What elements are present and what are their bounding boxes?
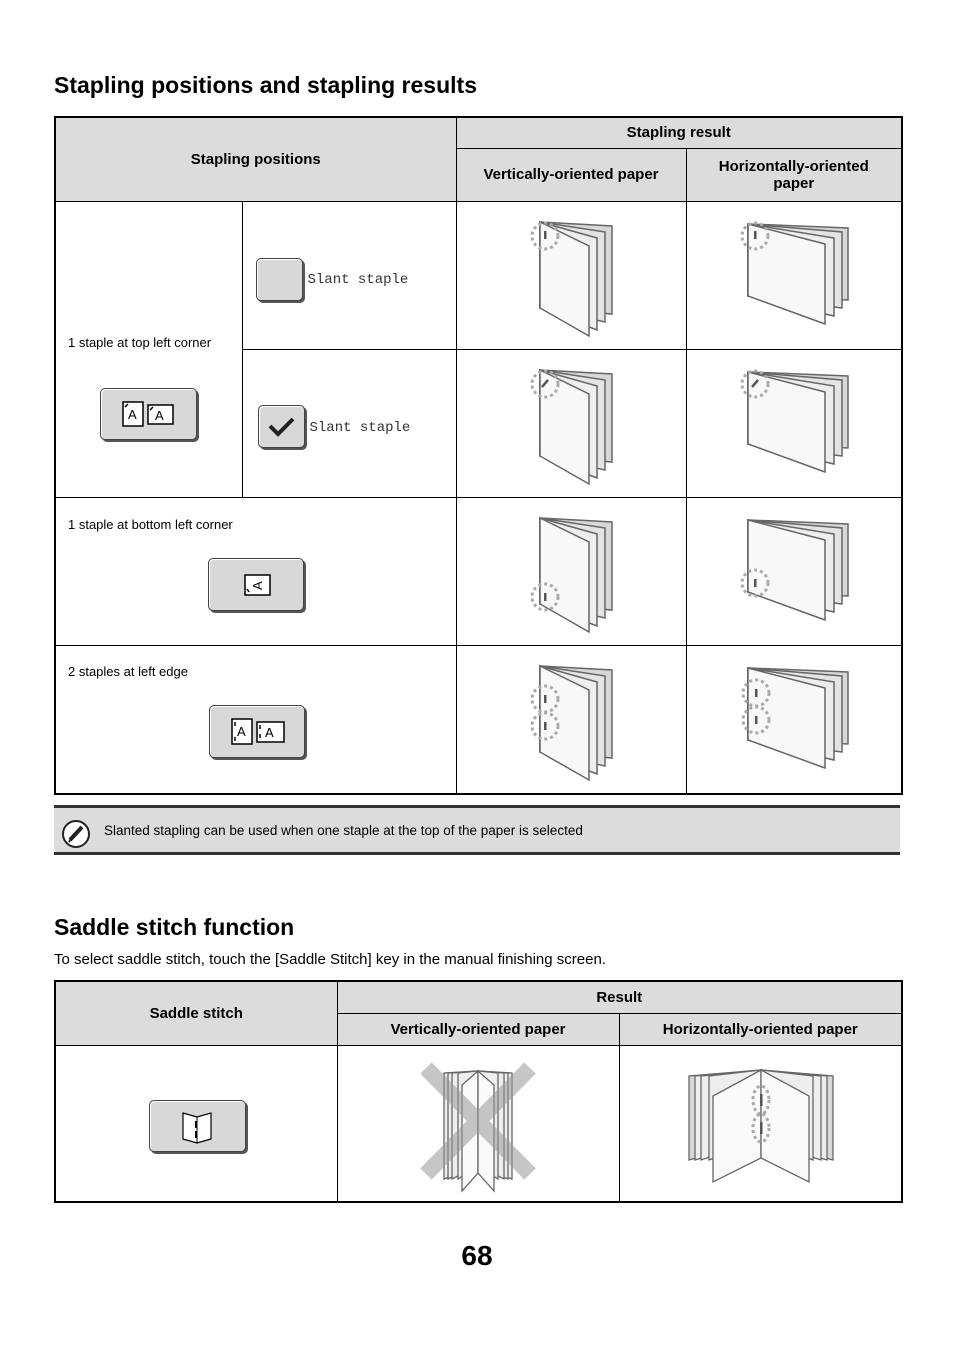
slant-staple-checkbox[interactable] xyxy=(255,257,303,301)
option-slant-unchecked: Slant staple xyxy=(241,200,457,350)
booklet-vertical-illustration xyxy=(530,516,613,633)
booklet-vertical-illustration xyxy=(530,368,613,485)
svg-text:A: A xyxy=(237,724,246,739)
header-vertical-paper: Vertically-oriented paper xyxy=(336,1012,620,1046)
result-vertical-two-left xyxy=(455,644,687,794)
staple-two-left-icon: A A xyxy=(231,717,285,745)
staple-bottom-left-button[interactable]: A xyxy=(208,557,304,611)
saddle-stitch-cell xyxy=(54,1044,338,1202)
booklet-horizontal-illustration xyxy=(740,518,849,621)
note-text: Slanted stapling can be used when one st… xyxy=(104,823,583,838)
saddle-result-horizontal xyxy=(618,1044,903,1202)
saddle-vertical-not-allowed xyxy=(419,1061,536,1193)
booklet-vertical-illustration xyxy=(530,664,613,781)
row-two-left-edge: 2 staples at left edge A A xyxy=(54,644,457,794)
header-horizontal-paper: Horizontally-oriented paper xyxy=(618,1012,903,1046)
staple-top-left-icon: A A xyxy=(122,400,174,427)
section-title-stapling: Stapling positions and stapling results xyxy=(54,72,477,98)
saddle-horizontal-booklet xyxy=(687,1068,834,1183)
row-label: 1 staple at bottom left corner xyxy=(68,516,233,532)
page-number: 68 xyxy=(461,1240,493,1271)
row-bottom-left-corner: 1 staple at bottom left corner A xyxy=(54,496,457,646)
note-box: Slanted stapling can be used when one st… xyxy=(54,805,900,855)
saddle-stitch-button[interactable] xyxy=(149,1099,246,1152)
header-vertical-paper: Vertically-oriented paper xyxy=(455,147,687,202)
booklet-horizontal-illustration xyxy=(740,369,849,473)
svg-text:A: A xyxy=(250,581,265,590)
saddle-stitch-icon xyxy=(182,1111,212,1144)
staple-two-left-button[interactable]: A A xyxy=(209,704,305,758)
header-result: Result xyxy=(336,980,903,1014)
slant-staple-checkbox-checked[interactable] xyxy=(257,404,305,448)
saddle-result-vertical xyxy=(336,1044,620,1202)
slant-staple-label: Slant staple xyxy=(307,271,409,288)
booklet-horizontal-illustration xyxy=(741,666,849,769)
booklet-vertical-illustration xyxy=(530,220,613,337)
section-title-saddle: Saddle stitch function xyxy=(54,914,295,940)
result-vertical-top-left-slant xyxy=(455,348,687,498)
result-vertical-bottom-left xyxy=(455,496,687,646)
header-stapling-positions: Stapling positions xyxy=(54,116,457,202)
svg-text:A: A xyxy=(265,725,274,740)
row-label: 2 staples at left edge xyxy=(68,663,188,679)
staple-bottom-left-icon: A xyxy=(244,573,271,596)
result-horizontal-bottom-left xyxy=(685,496,903,646)
row-label: 1 staple at top left corner xyxy=(68,335,212,350)
slant-staple-label: Slant staple xyxy=(309,419,411,436)
pencil-note-icon xyxy=(62,820,90,848)
header-stapling-result: Stapling result xyxy=(455,116,903,149)
saddle-table: Saddle stitch Result Vertically-oriented… xyxy=(54,980,903,1203)
booklet-horizontal-illustration xyxy=(740,221,849,325)
row-top-left-corner: 1 staple at top left corner A A xyxy=(54,200,243,498)
stapling-table: Stapling positions Stapling result Verti… xyxy=(54,116,903,795)
checkmark-icon xyxy=(268,417,294,437)
header-saddle-stitch: Saddle stitch xyxy=(54,980,338,1046)
svg-text:A: A xyxy=(155,408,164,423)
result-vertical-top-left xyxy=(455,200,687,350)
saddle-intro: To select saddle stitch, touch the [Sadd… xyxy=(54,951,606,968)
header-horizontal-paper: Horizontally-oriented paper xyxy=(685,147,903,202)
staple-top-left-button[interactable]: A A xyxy=(100,387,197,440)
svg-text:A: A xyxy=(128,407,137,422)
result-horizontal-two-left xyxy=(685,644,903,794)
result-horizontal-top-left xyxy=(685,200,903,350)
option-slant-checked: Slant staple xyxy=(241,348,457,498)
result-horizontal-top-left-slant xyxy=(685,348,903,498)
